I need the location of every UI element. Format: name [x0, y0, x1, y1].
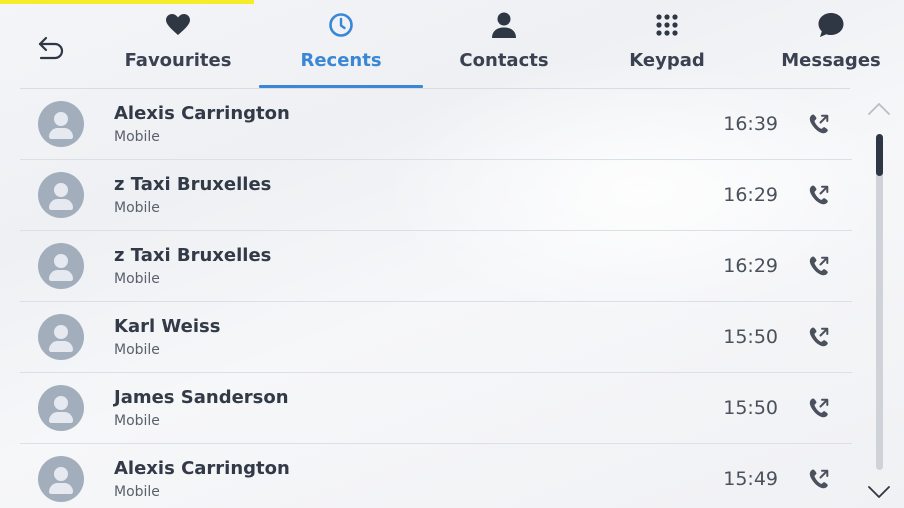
call-time: 16:29	[723, 255, 778, 277]
avatar-head-shape	[54, 254, 68, 268]
outgoing-call-icon[interactable]	[806, 182, 832, 208]
phone-type: Mobile	[114, 413, 160, 429]
phone-type: Mobile	[114, 271, 160, 287]
avatar-body-shape	[49, 483, 73, 494]
avatar	[38, 101, 84, 147]
scrollbar-thumb[interactable]	[876, 134, 883, 176]
phone-type: Mobile	[114, 200, 160, 216]
heart-icon	[163, 10, 193, 40]
outgoing-call-icon[interactable]	[806, 466, 832, 492]
tab-header: Favourites Recents Contacts Keypad Messa…	[0, 0, 904, 88]
recent-call-row[interactable]: James Sanderson Mobile 15:50	[20, 373, 852, 444]
tab-label: Contacts	[459, 50, 549, 71]
back-arrow-icon	[38, 36, 64, 60]
contact-name: Karl Weiss	[114, 316, 221, 337]
call-time: 15:50	[723, 326, 778, 348]
contact-name: James Sanderson	[114, 387, 289, 408]
recents-list: Alexis Carrington Mobile 16:39 z Taxi Bruxe…	[20, 89, 852, 508]
avatar	[38, 243, 84, 289]
scrollbar-track[interactable]	[876, 134, 883, 470]
contact-name: z Taxi Bruxelles	[114, 174, 272, 195]
outgoing-call-icon[interactable]	[806, 324, 832, 350]
recent-call-row[interactable]: z Taxi Bruxelles Mobile 16:29	[20, 160, 852, 231]
tab-contacts[interactable]: Contacts	[446, 8, 562, 88]
avatar	[38, 385, 84, 431]
avatar-body-shape	[49, 128, 73, 139]
tab-label: Messages	[781, 50, 881, 71]
scroll-down-button[interactable]	[866, 483, 892, 501]
clock-icon	[326, 10, 356, 40]
avatar-body-shape	[49, 199, 73, 210]
contact-name: z Taxi Bruxelles	[114, 245, 272, 266]
avatar-body-shape	[49, 270, 73, 281]
tab-recents[interactable]: Recents	[283, 8, 399, 88]
tab-label: Recents	[300, 50, 382, 71]
avatar-head-shape	[54, 396, 68, 410]
tab-favourites[interactable]: Favourites	[120, 8, 236, 88]
outgoing-call-icon[interactable]	[806, 111, 832, 137]
avatar-body-shape	[49, 341, 73, 352]
tab-label: Favourites	[124, 50, 232, 71]
recent-call-row[interactable]: Karl Weiss Mobile 15:50	[20, 302, 852, 373]
call-time: 15:49	[723, 468, 778, 490]
phone-type: Mobile	[114, 129, 160, 145]
tab-keypad[interactable]: Keypad	[609, 8, 725, 88]
avatar-head-shape	[54, 325, 68, 339]
phone-screen: Favourites Recents Contacts Keypad Messa…	[0, 0, 904, 508]
avatar	[38, 314, 84, 360]
call-time: 16:39	[723, 113, 778, 135]
keypad-icon	[652, 10, 682, 40]
avatar	[38, 456, 84, 502]
contact-name: Alexis Carrington	[114, 458, 290, 479]
call-time: 16:29	[723, 184, 778, 206]
phone-type: Mobile	[114, 484, 160, 500]
recent-call-row[interactable]: z Taxi Bruxelles Mobile 16:29	[20, 231, 852, 302]
chat-bubble-icon	[816, 10, 846, 40]
call-time: 15:50	[723, 397, 778, 419]
avatar-head-shape	[54, 467, 68, 481]
chevron-down-icon	[868, 486, 890, 498]
avatar	[38, 172, 84, 218]
tab-label: Keypad	[629, 50, 705, 71]
outgoing-call-icon[interactable]	[806, 395, 832, 421]
tab-messages[interactable]: Messages	[772, 8, 890, 88]
phone-type: Mobile	[114, 342, 160, 358]
recent-call-row[interactable]: Alexis Carrington Mobile 16:39	[20, 89, 852, 160]
chevron-up-icon	[868, 103, 890, 115]
recent-call-row[interactable]: Alexis Carrington Mobile 15:49	[20, 444, 852, 508]
person-icon	[489, 10, 519, 40]
avatar-body-shape	[49, 412, 73, 423]
back-button[interactable]	[32, 30, 72, 66]
contact-name: Alexis Carrington	[114, 103, 290, 124]
avatar-head-shape	[54, 183, 68, 197]
scroll-up-button[interactable]	[866, 100, 892, 118]
avatar-head-shape	[54, 112, 68, 126]
outgoing-call-icon[interactable]	[806, 253, 832, 279]
